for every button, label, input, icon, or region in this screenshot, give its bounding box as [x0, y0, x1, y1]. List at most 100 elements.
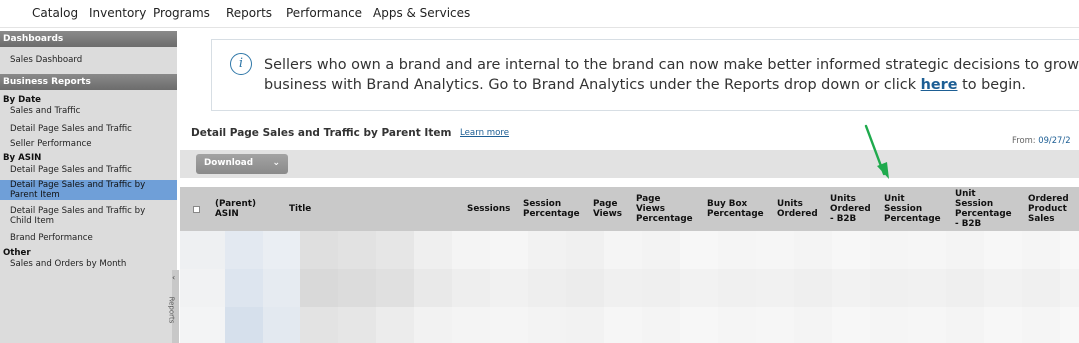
blurred-table-cell: [338, 269, 376, 307]
banner-here-link[interactable]: here: [921, 77, 958, 93]
column-header-line: Unit: [884, 194, 905, 204]
blurred-table-cell: [642, 269, 680, 307]
blurred-table-cell: [908, 231, 946, 269]
blurred-table-cell: [300, 307, 338, 343]
sidebar-item-detail-page-sales-traffic-date[interactable]: Detail Page Sales and Traffic: [0, 124, 177, 134]
nav-catalog[interactable]: Catalog: [32, 6, 78, 20]
column-header-line: Units: [777, 199, 803, 209]
blurred-table-cell: [566, 307, 604, 343]
column-header-line: Unit: [955, 189, 976, 199]
sidebar-item-parent-item[interactable]: Detail Page Sales and Traffic by Parent …: [0, 180, 177, 200]
col-parent-asin-header[interactable]: (Parent) ASIN: [215, 187, 256, 231]
chevron-down-icon: ⌄: [272, 158, 280, 168]
brand-analytics-banner: i Sellers who own a brand and are intern…: [211, 39, 1079, 111]
sidebar-item-sales-orders-month[interactable]: Sales and Orders by Month: [0, 259, 177, 269]
col-unit-session-percentage-b2b-header[interactable]: Unit Session Percentage - B2B: [955, 187, 1012, 231]
chevron-left-icon: ‹: [172, 273, 176, 282]
col-sessions-header[interactable]: Sessions: [467, 187, 510, 231]
collapse-tab-label: Reports: [167, 296, 176, 324]
column-header-label: (Parent) ASIN: [215, 199, 256, 219]
col-unit-session-percentage-header[interactable]: Unit Session Percentage: [884, 187, 941, 231]
column-header-line: Session: [955, 199, 994, 209]
blurred-table-cell: [604, 231, 642, 269]
sidebar-item-child-item[interactable]: Detail Page Sales and Traffic by Child I…: [0, 206, 177, 226]
sidebar-item-label: Parent Item: [10, 190, 60, 200]
column-header-label: Page Views Percentage: [636, 194, 693, 224]
arrow-head: [877, 162, 889, 179]
blurred-table-cell: [794, 307, 832, 343]
download-button-label: Download: [204, 158, 254, 168]
nav-performance[interactable]: Performance: [286, 6, 362, 20]
table-header: (Parent) ASIN Title Sessions Session Percenta…: [180, 187, 1079, 231]
column-header-line: Percentage: [884, 214, 941, 224]
nav-programs[interactable]: Programs: [153, 6, 210, 20]
blurred-table-cell: [870, 231, 908, 269]
select-all-checkbox[interactable]: [193, 206, 200, 213]
blurred-table-cell: [1060, 307, 1079, 343]
blurred-table-cell: [300, 269, 338, 307]
col-page-views-percentage-header[interactable]: Page Views Percentage: [636, 187, 693, 231]
sidebar-item-sales-and-traffic[interactable]: Sales and Traffic: [0, 106, 177, 116]
column-header-line: Title: [289, 204, 312, 214]
blurred-table-cell: [528, 231, 566, 269]
column-header-line: (Parent): [215, 199, 256, 209]
blurred-table-cell: [756, 307, 794, 343]
sidebar-item-label: Child Item: [10, 216, 54, 226]
col-buy-box-percentage-header[interactable]: Buy Box Percentage: [707, 187, 764, 231]
sidebar-item-detail-page-sales-traffic-asin[interactable]: Detail Page Sales and Traffic: [0, 165, 177, 175]
blurred-table-cell: [604, 269, 642, 307]
column-header-label: Page Views: [593, 199, 622, 219]
blurred-table-cell: [1022, 269, 1060, 307]
col-session-percentage-header[interactable]: Session Percentage: [523, 187, 580, 231]
col-page-views-header[interactable]: Page Views: [593, 187, 622, 231]
column-header-label: Unit Session Percentage - B2B: [955, 189, 1012, 229]
column-header-line: Session: [523, 199, 562, 209]
blurred-table-cell: [414, 307, 452, 343]
column-header-line: Ordered: [830, 204, 871, 214]
learn-more-link[interactable]: Learn more: [460, 128, 509, 138]
blurred-table-cell: [376, 307, 414, 343]
banner-text-end: to begin.: [962, 77, 1026, 93]
blurred-table-cell: [300, 231, 338, 269]
blurred-table-cell: [794, 269, 832, 307]
blurred-table-cell: [870, 307, 908, 343]
blurred-table-cell: [376, 231, 414, 269]
column-header-label: Units Ordered - B2B: [830, 194, 871, 224]
nav-inventory[interactable]: Inventory: [89, 6, 146, 20]
date-from-value[interactable]: 09/27/2: [1038, 135, 1070, 145]
blurred-table-cell: [263, 269, 300, 307]
sidebar-item-seller-performance[interactable]: Seller Performance: [0, 139, 177, 149]
nav-reports[interactable]: Reports: [226, 6, 272, 20]
col-ordered-product-sales-header[interactable]: Ordered Product Sales: [1028, 187, 1069, 231]
blurred-table-cell: [263, 307, 300, 343]
col-units-ordered-header[interactable]: Units Ordered: [777, 187, 818, 231]
column-header-label: Unit Session Percentage: [884, 194, 941, 224]
column-header-line: Units: [830, 194, 856, 204]
column-header-label: Sessions: [467, 204, 510, 214]
col-title-header[interactable]: Title: [289, 187, 311, 231]
column-header-line: Ordered: [1028, 194, 1069, 204]
sidebar-collapse-tab[interactable]: ‹ Reports: [167, 270, 179, 343]
blurred-table-cell: [794, 231, 832, 269]
blurred-table-cell: [263, 231, 300, 269]
column-header-line: Sessions: [467, 204, 511, 214]
blurred-table-cell: [718, 231, 756, 269]
sidebar-item-sales-dashboard[interactable]: Sales Dashboard: [0, 55, 177, 65]
blurred-table-cell: [870, 269, 908, 307]
column-header-label: Title: [289, 204, 311, 214]
blurred-table-cell: [946, 269, 984, 307]
blurred-table-cell: [680, 269, 718, 307]
blurred-table-cell: [908, 307, 946, 343]
blurred-table-cell: [414, 269, 452, 307]
col-units-ordered-b2b-header[interactable]: Units Ordered - B2B: [830, 187, 871, 231]
blurred-table-cell: [414, 231, 452, 269]
blurred-table-cell: [338, 307, 376, 343]
annotation-arrow-icon: [864, 124, 889, 179]
sidebar-item-brand-performance[interactable]: Brand Performance: [0, 233, 177, 243]
column-header-label: Session Percentage: [523, 199, 580, 219]
blurred-table-cell: [756, 231, 794, 269]
table-body-blurred: [180, 231, 1079, 343]
download-button[interactable]: Download ⌄: [196, 154, 288, 174]
blurred-table-cell: [225, 269, 263, 307]
nav-apps-services[interactable]: Apps & Services: [373, 6, 470, 20]
